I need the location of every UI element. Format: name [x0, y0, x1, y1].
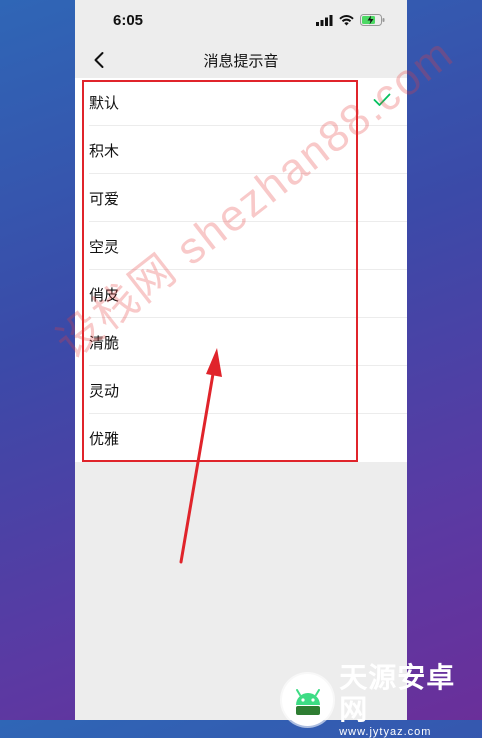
- sound-item-elegant[interactable]: 优雅: [75, 414, 407, 462]
- sound-label: 清脆: [89, 334, 120, 352]
- sound-item-default[interactable]: 默认: [75, 78, 407, 126]
- sound-item-cute[interactable]: 可爱: [75, 174, 407, 222]
- sound-item-playful[interactable]: 俏皮: [75, 270, 407, 318]
- phone-screen: 6:05 消息提示音 默认 积木 可爱 空灵 俏皮 清脆 灵动 优雅: [75, 0, 407, 720]
- sound-item-ethereal[interactable]: 空灵: [75, 222, 407, 270]
- wifi-icon: [339, 14, 354, 25]
- sound-label: 默认: [89, 94, 120, 112]
- brand-text: 天源安卓网 www.jytyaz.com: [339, 662, 482, 738]
- navigation-bar: 消息提示音: [75, 44, 407, 76]
- sound-item-lively[interactable]: 灵动: [75, 366, 407, 414]
- signal-icon: [316, 14, 333, 26]
- sound-item-blocks[interactable]: 积木: [75, 126, 407, 174]
- sound-item-crisp[interactable]: 清脆: [75, 318, 407, 366]
- notification-sound-list: 默认 积木 可爱 空灵 俏皮 清脆 灵动 优雅: [75, 78, 407, 462]
- brand-name: 天源安卓网: [339, 661, 456, 726]
- sound-label: 可爱: [89, 190, 120, 208]
- page-title: 消息提示音: [203, 52, 279, 70]
- sound-label: 俏皮: [89, 286, 120, 304]
- sound-label: 空灵: [89, 238, 120, 256]
- sound-label: 积木: [89, 142, 120, 160]
- battery-charging-icon: [360, 14, 385, 26]
- brand-url: www.jytyaz.com: [339, 726, 432, 738]
- checkmark-icon: [373, 93, 391, 106]
- brand-logo: 天源安卓网 www.jytyaz.com: [282, 662, 482, 738]
- status-icons: [316, 14, 385, 26]
- status-time: 6:05: [113, 12, 144, 29]
- sound-label: 灵动: [89, 382, 120, 400]
- sound-label: 优雅: [89, 430, 120, 448]
- android-logo-icon: [282, 674, 334, 726]
- status-bar: 6:05: [75, 0, 407, 44]
